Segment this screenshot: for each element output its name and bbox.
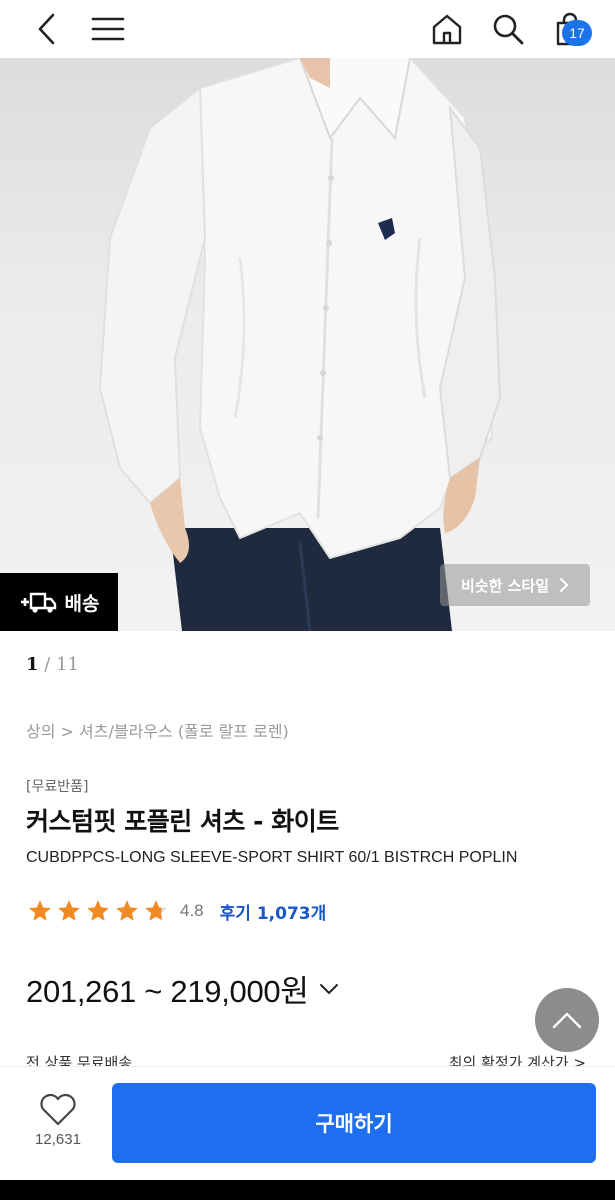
pager-separator: /	[44, 654, 51, 675]
star-half-icon	[145, 900, 167, 921]
star-icon	[29, 900, 51, 921]
system-navigation-bar	[0, 1180, 615, 1200]
image-pager: 1 / 11	[26, 654, 79, 675]
search-button[interactable]	[488, 0, 528, 58]
rating-value: 4.8	[180, 901, 204, 920]
chevron-left-icon	[38, 13, 55, 45]
pager-current: 1	[26, 654, 39, 675]
menu-button[interactable]	[88, 0, 128, 58]
clipped-left-text: 전 상품 무료배송	[26, 1054, 133, 1066]
search-icon	[493, 14, 524, 45]
star-icon	[58, 900, 80, 921]
heart-icon	[40, 1093, 76, 1126]
star-icon	[116, 900, 138, 921]
product-subtitle: CUBDPPCS-LONG SLEEVE-SPORT SHIRT 60/1 BI…	[26, 849, 518, 866]
bottom-action-bar: 12,631 구매하기	[0, 1066, 615, 1180]
cart-count-badge: 17	[562, 20, 592, 46]
chevron-down-icon[interactable]	[319, 983, 339, 995]
hamburger-icon	[91, 17, 125, 41]
clipped-right-text: 최의 확정가 계산가 >	[448, 1054, 586, 1066]
star-rating	[26, 898, 170, 924]
home-icon	[432, 14, 462, 45]
back-button[interactable]	[26, 0, 66, 58]
chevron-right-icon	[560, 578, 569, 592]
product-title: 커스텀핏 포플린 셔츠 - 화이트	[26, 807, 339, 836]
star-icon	[87, 900, 109, 921]
wish-count: 12,631	[35, 1131, 81, 1148]
fast-delivery-icon	[20, 592, 56, 613]
shipping-tag: 배송	[0, 573, 118, 631]
buy-button[interactable]: 구매하기	[112, 1083, 596, 1163]
top-navigation-bar: 17	[0, 0, 615, 58]
product-image[interactable]	[0, 58, 615, 631]
scroll-to-top-button[interactable]	[535, 988, 599, 1052]
similar-style-button[interactable]: 비슷한 스타일	[440, 564, 590, 606]
free-return-label: [무료반품]	[26, 779, 89, 795]
wishlist-button[interactable]: 12,631	[26, 1093, 90, 1148]
similar-style-label: 비슷한 스타일	[460, 576, 550, 595]
shirt-illustration	[98, 58, 502, 631]
reviews-link[interactable]: 후기 1,073개	[220, 899, 327, 924]
pager-total: 11	[56, 654, 79, 675]
shipping-label: 배송	[64, 592, 100, 615]
rating-row: 4.8 후기 1,073개	[26, 898, 326, 924]
chevron-up-icon	[552, 1012, 582, 1029]
price-row[interactable]: 201,261 ~ 219,000원	[26, 966, 339, 1011]
breadcrumb[interactable]: 상의 > 셔츠/블라우스 (폴로 랄프 로렌)	[26, 718, 289, 742]
price-range: 201,261 ~ 219,000원	[26, 974, 309, 1009]
clipped-info-row: 전 상품 무료배송 최의 확정가 계산가 >	[26, 1052, 586, 1066]
home-button[interactable]	[428, 0, 466, 58]
